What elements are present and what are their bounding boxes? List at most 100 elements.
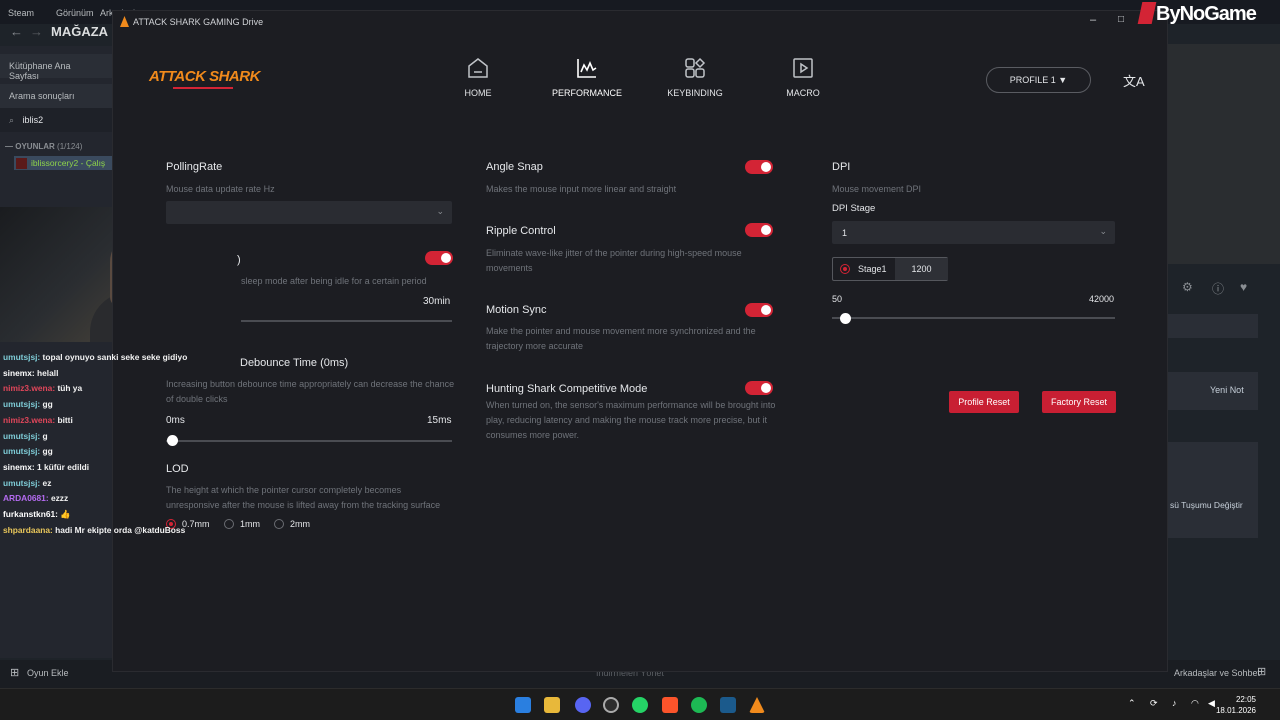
chat-username[interactable]: ARDA0681: bbox=[3, 493, 49, 503]
lod-label-2mm: 2mm bbox=[290, 519, 310, 529]
back-arrow-icon[interactable]: ← bbox=[10, 24, 23, 39]
stage1-dpi-value[interactable]: 1200 bbox=[895, 258, 948, 280]
chat-message: umutsjsj: ez bbox=[3, 478, 51, 488]
chat-username[interactable]: nimiz3.wena: bbox=[3, 415, 55, 425]
add-game-plus-icon[interactable]: ⊞ bbox=[10, 666, 19, 679]
nav-home[interactable]: HOME bbox=[433, 56, 523, 98]
store-tab[interactable]: MAĞAZA bbox=[51, 24, 108, 39]
chat-text: 1 küfür edildi bbox=[34, 461, 90, 472]
dpi-stage1-chip[interactable]: Stage1 1200 bbox=[832, 257, 948, 281]
steam-menu-steam[interactable]: Steam bbox=[8, 8, 34, 18]
tray-chevron-icon[interactable]: ⌃ bbox=[1128, 698, 1136, 709]
sleep-toggle[interactable] bbox=[425, 251, 453, 265]
chat-message: nimiz3.wena: tüh ya bbox=[3, 383, 82, 393]
polling-rate-desc: Mouse data update rate Hz bbox=[166, 184, 275, 194]
settings-gear-icon[interactable]: ⚙ bbox=[1182, 280, 1193, 294]
games-section-header[interactable]: — OYUNLAR (1/124) bbox=[5, 142, 82, 151]
friends-chat-button[interactable]: Arkadaşlar ve Sohbet bbox=[1174, 668, 1260, 678]
tray-volume-icon[interactable]: ◀ bbox=[1208, 698, 1215, 709]
chat-username[interactable]: umutsjsj: bbox=[3, 352, 40, 362]
debounce-max-label: 15ms bbox=[427, 415, 452, 426]
bynogame-watermark: ByNoGame bbox=[1137, 2, 1280, 32]
search-results-label[interactable]: Arama sonuçları bbox=[0, 84, 112, 108]
tray-wifi-icon[interactable]: ◠ bbox=[1191, 698, 1199, 709]
polling-rate-title: PollingRate bbox=[166, 161, 223, 173]
maximize-icon[interactable]: □ bbox=[1118, 14, 1124, 25]
polling-rate-select[interactable]: ⌄ bbox=[166, 201, 452, 224]
chat-text: helall bbox=[34, 367, 59, 378]
lod-radio-1mm[interactable] bbox=[224, 519, 234, 529]
chat-username[interactable]: nimiz3.wena: bbox=[3, 383, 55, 393]
chat-username[interactable]: umutsjsj: bbox=[3, 431, 40, 441]
chat-username[interactable]: umutsjsj: bbox=[3, 478, 40, 488]
profile-reset-button[interactable]: Profile Reset bbox=[949, 391, 1019, 413]
dpi-title: DPI bbox=[832, 161, 851, 173]
angle-snap-toggle[interactable] bbox=[745, 160, 773, 174]
dpi-stage-select[interactable]: 1 ⌄ bbox=[832, 221, 1115, 244]
shortcut-change-button[interactable]: sü Tuşumu Değiştir bbox=[1168, 442, 1258, 538]
discord-icon[interactable] bbox=[575, 697, 591, 713]
dpi-slider-track[interactable] bbox=[832, 317, 1115, 319]
tray-network-icon[interactable]: ⟳ bbox=[1150, 698, 1158, 709]
chat-text: gg bbox=[40, 446, 53, 457]
steam-icon[interactable] bbox=[720, 697, 736, 713]
ripple-toggle[interactable] bbox=[745, 223, 773, 237]
window-title: ATTACK SHARK GAMING Drive bbox=[133, 17, 264, 27]
chat-username[interactable]: umutsjsj: bbox=[3, 399, 40, 409]
minimize-icon[interactable]: – bbox=[1090, 14, 1096, 26]
attack-shark-taskbar-icon[interactable] bbox=[749, 697, 765, 713]
lod-radio-2mm[interactable] bbox=[274, 519, 284, 529]
chat-text: g bbox=[40, 430, 48, 441]
bynogame-logo-icon bbox=[1137, 2, 1157, 24]
debounce-slider-track[interactable] bbox=[166, 440, 452, 442]
hunting-toggle[interactable] bbox=[745, 381, 773, 395]
game-list-item[interactable]: iblissorcery2 - Çalış bbox=[14, 156, 112, 170]
system-clock[interactable]: 22:05 18.01.2026 bbox=[1216, 694, 1256, 716]
app-logo-icon bbox=[120, 16, 129, 27]
spotify-icon[interactable] bbox=[691, 697, 707, 713]
chat-message: ARDA0681: ezzz bbox=[3, 493, 68, 503]
steam-menu-view[interactable]: Görünüm bbox=[56, 8, 94, 18]
lod-desc: The height at which the pointer cursor c… bbox=[166, 485, 441, 510]
friends-icon[interactable]: ⊞ bbox=[1257, 665, 1266, 678]
language-translate-icon[interactable]: 文A bbox=[1123, 71, 1145, 90]
macro-play-icon bbox=[793, 58, 813, 78]
lod-label-0-7mm: 0.7mm bbox=[182, 519, 210, 529]
attack-shark-window: ATTACK SHARK GAMING Drive – □ ATTACK SHA… bbox=[112, 10, 1168, 672]
chat-text: 👍 bbox=[57, 509, 71, 519]
obs-icon[interactable] bbox=[603, 697, 619, 713]
chat-username[interactable]: shpardaana: bbox=[3, 525, 53, 535]
whatsapp-icon[interactable] bbox=[632, 697, 648, 713]
file-explorer-icon[interactable] bbox=[544, 697, 560, 713]
dpi-slider-thumb[interactable] bbox=[840, 313, 851, 324]
chat-username[interactable]: umutsjsj: bbox=[3, 446, 40, 456]
library-search-input[interactable]: ⌕ iblis2 bbox=[0, 108, 112, 132]
motion-sync-toggle[interactable] bbox=[745, 303, 773, 317]
info-icon[interactable]: ⓘ bbox=[1212, 280, 1224, 297]
tray-mic-icon[interactable]: ♪ bbox=[1172, 698, 1177, 708]
chat-username[interactable]: furkanstkn61: bbox=[3, 509, 58, 519]
attack-shark-logo: ATTACK SHARK bbox=[149, 68, 260, 89]
sleep-slider[interactable] bbox=[241, 320, 452, 322]
brave-browser-icon[interactable] bbox=[662, 697, 678, 713]
ripple-title: Ripple Control bbox=[486, 225, 556, 237]
nav-macro[interactable]: MACRO bbox=[758, 56, 848, 98]
add-game-button[interactable]: Oyun Ekle bbox=[27, 668, 69, 678]
library-home-link[interactable]: Kütüphane Ana Sayfası bbox=[0, 54, 112, 81]
chat-username[interactable]: sinemx: bbox=[3, 462, 35, 472]
nav-keybinding[interactable]: KEYBINDING bbox=[650, 56, 740, 98]
stage1-radio[interactable] bbox=[840, 264, 850, 274]
new-note-button[interactable]: Yeni Not bbox=[1168, 372, 1258, 410]
profile-dropdown[interactable]: PROFILE 1 ▼ bbox=[986, 67, 1091, 93]
debounce-slider-thumb[interactable] bbox=[167, 435, 178, 446]
factory-reset-button[interactable]: Factory Reset bbox=[1042, 391, 1116, 413]
chevron-down-icon: ⌄ bbox=[436, 206, 444, 216]
dpi-min-label: 50 bbox=[832, 294, 843, 304]
chat-username[interactable]: sinemx: bbox=[3, 368, 35, 378]
nav-performance[interactable]: PERFORMANCE bbox=[542, 56, 632, 98]
lod-label-1mm: 1mm bbox=[240, 519, 260, 529]
forward-arrow-icon[interactable]: → bbox=[30, 24, 43, 39]
windows-start-icon[interactable] bbox=[515, 697, 531, 713]
chat-message: sinemx: helall bbox=[3, 368, 58, 378]
favorite-heart-icon[interactable]: ♥ bbox=[1240, 280, 1247, 294]
